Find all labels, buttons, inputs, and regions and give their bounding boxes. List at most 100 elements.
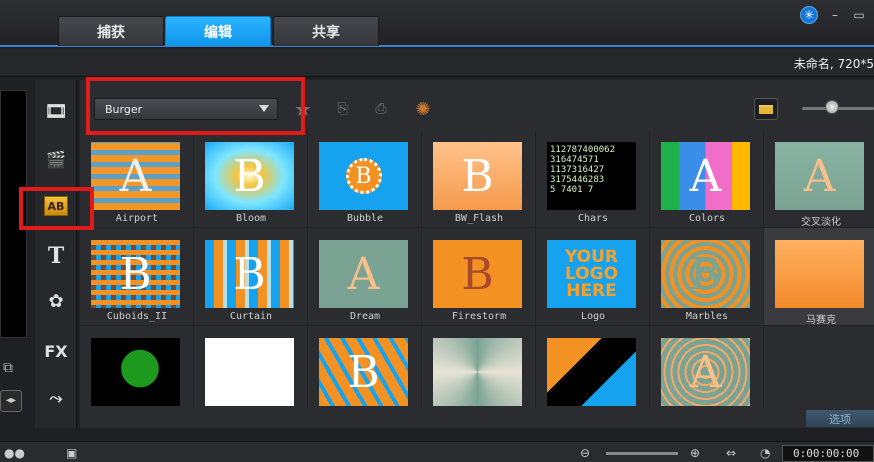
import-icon[interactable]: ⎘	[330, 96, 356, 122]
transition-label: Marbles	[685, 311, 729, 322]
transition-thumbnail	[205, 338, 294, 406]
transition-thumbnail: A	[775, 142, 864, 210]
transition-thumbnail	[547, 338, 636, 406]
highlight-transition-box	[19, 187, 94, 230]
top-tab-bar: 捕获 编辑 共享 ✳ – ▭	[0, 0, 874, 47]
project-info-bar: 未命名, 720*5	[0, 49, 874, 77]
thumbnail-size-slider-handle[interactable]	[825, 100, 839, 114]
transition-item[interactable]: B	[308, 326, 422, 408]
transition-thumbnail: A	[91, 142, 180, 210]
auto-apply-icon[interactable]: ✺	[410, 96, 436, 122]
transition-label: Dream	[349, 311, 381, 322]
transition-thumbnail: A	[661, 142, 750, 210]
instant-project-button[interactable]: 🎬	[40, 143, 72, 175]
transition-thumbnail: B	[433, 240, 522, 308]
list-view-icon	[759, 104, 773, 114]
transition-item[interactable]	[80, 326, 194, 408]
copy-icon[interactable]: ⧉	[3, 360, 23, 378]
zoom-in-icon[interactable]: ⊕	[690, 445, 700, 461]
transition-label: Colors	[688, 213, 726, 224]
path-category-button[interactable]: ⤳	[40, 382, 72, 414]
transition-thumbnail: B	[205, 142, 294, 210]
transition-item[interactable]: B Marbles	[650, 228, 764, 326]
transition-thumbnail: A	[661, 338, 750, 406]
transition-item[interactable]	[194, 326, 308, 408]
stepper-control[interactable]: ◂▸	[0, 390, 22, 412]
minimize-button[interactable]: –	[828, 8, 842, 22]
transition-thumbnail: A	[319, 240, 408, 308]
transition-item[interactable]: A Colors	[650, 130, 764, 228]
transition-item[interactable]: 112787400062 316474571 1137316427 317544…	[536, 130, 650, 228]
path-icon: ⤳	[49, 388, 63, 407]
transition-thumbnail	[91, 338, 180, 406]
zoom-out-icon[interactable]: ⊖	[580, 445, 590, 461]
transition-label: Airport	[115, 213, 159, 224]
timecode-display[interactable]: 0:00:00:00	[782, 445, 874, 462]
track-manager-icon[interactable]: ●●	[4, 445, 25, 461]
clock-icon: ◔	[760, 446, 771, 460]
transition-grid: A Airport B Bloom B Bubble B BW_Flash 11…	[80, 130, 874, 408]
transition-item[interactable]: A Dream	[308, 228, 422, 326]
transition-item[interactable]: B Bubble	[308, 130, 422, 228]
transition-thumbnail	[775, 240, 864, 308]
restore-button[interactable]: ▭	[852, 8, 866, 22]
transition-label: Bubble	[346, 213, 384, 224]
tab-capture[interactable]: 捕获	[58, 16, 164, 46]
options-button[interactable]: 选项	[806, 410, 874, 427]
media-category-button[interactable]: 🎞	[40, 95, 72, 127]
category-sidebar: 🎞 🎬 AB T ✿ FX ⤳	[35, 80, 77, 428]
transition-thumbnail: B	[91, 240, 180, 308]
transition-label: Bloom	[235, 213, 267, 224]
flower-icon: ✿	[48, 290, 64, 312]
transition-label: Logo	[580, 311, 606, 322]
globe-icon[interactable]: ✳	[800, 6, 818, 24]
view-mode-button[interactable]	[754, 98, 778, 120]
transition-thumbnail: B	[319, 338, 408, 406]
clapper-icon: 🎬	[46, 149, 66, 169]
transition-item[interactable]	[536, 326, 650, 408]
library-footer: 选项	[80, 408, 874, 428]
export-icon[interactable]: ⎙	[368, 96, 394, 122]
transition-thumbnail: B	[661, 240, 750, 308]
filter-category-button[interactable]: FX	[40, 335, 72, 367]
tab-edit[interactable]: 编辑	[165, 16, 271, 46]
transition-label: Chars	[577, 213, 609, 224]
transition-thumbnail: B	[433, 142, 522, 210]
fit-project-icon[interactable]: ⇔	[726, 445, 736, 461]
transition-item[interactable]: A	[650, 326, 764, 408]
transition-item-selected[interactable]: 马赛克	[764, 228, 874, 326]
transition-item[interactable]: B Firestorm	[422, 228, 536, 326]
project-properties: 未命名, 720*5	[793, 57, 874, 71]
timeline-zoom-slider[interactable]	[606, 452, 678, 455]
transition-item[interactable]: B Curtain	[194, 228, 308, 326]
transition-label: 交叉淡化	[801, 217, 841, 228]
fx-icon: FX	[44, 341, 68, 361]
title-t-icon: T	[47, 243, 65, 269]
highlight-dropdown-box	[86, 77, 305, 135]
transition-item[interactable]: B Cuboids_II	[80, 228, 194, 326]
transition-label: Firestorm	[451, 311, 507, 322]
transition-item[interactable]: A Airport	[80, 130, 194, 228]
film-icon: 🎞	[44, 100, 68, 122]
title-category-button[interactable]: T	[40, 240, 72, 272]
transition-label: BW_Flash	[454, 213, 504, 224]
transition-label: 马赛克	[806, 315, 836, 326]
transition-item[interactable]: B Bloom	[194, 130, 308, 228]
transition-label: Curtain	[229, 311, 273, 322]
graphic-category-button[interactable]: ✿	[40, 285, 72, 317]
title-track-icon[interactable]: ▣	[66, 445, 77, 461]
transition-thumbnail: B	[319, 142, 408, 210]
transition-item[interactable]: A 交叉淡化	[764, 130, 874, 228]
transition-thumbnail: B	[205, 240, 294, 308]
transition-item[interactable]: YOUR LOGO HERE Logo	[536, 228, 650, 326]
timeline-toolbar: ●● ▣ ⊖ ⊕ ⇔ ◔ 0:00:00:00	[0, 441, 874, 462]
window-controls: ✳ – ▭	[800, 6, 866, 24]
tab-share[interactable]: 共享	[273, 16, 379, 46]
transition-label: Cuboids_II	[106, 311, 168, 322]
transition-thumbnail: 112787400062 316474571 1137316427 317544…	[547, 142, 636, 210]
transition-thumbnail: YOUR LOGO HERE	[547, 240, 636, 308]
transition-thumbnail	[433, 338, 522, 406]
transition-item[interactable]	[422, 326, 536, 408]
video-editor-window: 捕获 编辑 共享 ✳ – ▭ 未命名, 720*5 ⧉ ◂▸ 🎞 🎬 AB T …	[0, 0, 874, 462]
transition-item[interactable]: B BW_Flash	[422, 130, 536, 228]
